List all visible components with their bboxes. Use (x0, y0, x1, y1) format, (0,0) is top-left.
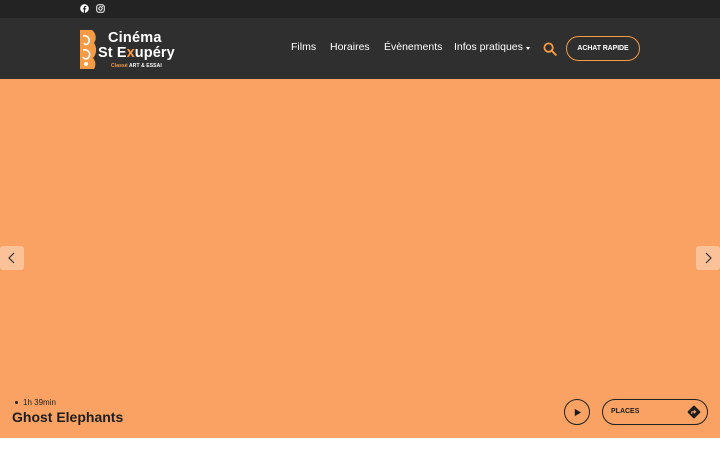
facebook-icon[interactable] (79, 3, 90, 14)
places-button[interactable]: PLACES (602, 399, 708, 425)
places-label: PLACES (611, 408, 640, 415)
logo-title: Cinéma (108, 30, 162, 46)
play-trailer-button[interactable] (564, 399, 590, 425)
next-slide-button[interactable] (696, 246, 720, 270)
search-icon[interactable] (543, 42, 557, 56)
bullet-icon (15, 401, 18, 404)
hero-banner: 1h 39min Ghost Elephants PLACES (0, 79, 720, 438)
instagram-icon[interactable] (95, 3, 106, 14)
directions-icon (687, 405, 701, 419)
nav-item-horaires[interactable]: Horaires (330, 41, 370, 53)
nav-item-films[interactable]: Films (291, 41, 316, 53)
play-icon (574, 408, 581, 416)
nav-item-evenements[interactable]: Évènements (384, 41, 442, 53)
top-bar (0, 0, 720, 18)
logo-subtitle: St Exupéry (98, 45, 175, 61)
film-duration: 1h 39min (23, 398, 56, 407)
site-header: Cinéma St Exupéry Classé ART & ESSAI Fil… (0, 18, 720, 79)
chevron-down-icon[interactable] (526, 47, 530, 50)
nav-item-infos-pratiques[interactable]: Infos pratiques (454, 41, 523, 53)
chevron-left-icon (8, 252, 15, 264)
film-meta: 1h 39min (15, 398, 56, 407)
film-title[interactable]: Ghost Elephants (12, 409, 123, 425)
logo-tagline: Classé ART & ESSAI (111, 63, 162, 69)
chevron-right-icon (705, 252, 712, 264)
cinema-logo[interactable]: Cinéma St Exupéry Classé ART & ESSAI (80, 30, 176, 70)
previous-slide-button[interactable] (0, 246, 24, 270)
logo-mark-icon (80, 30, 97, 69)
quick-purchase-button[interactable]: ACHAT RAPIDE (566, 36, 640, 61)
